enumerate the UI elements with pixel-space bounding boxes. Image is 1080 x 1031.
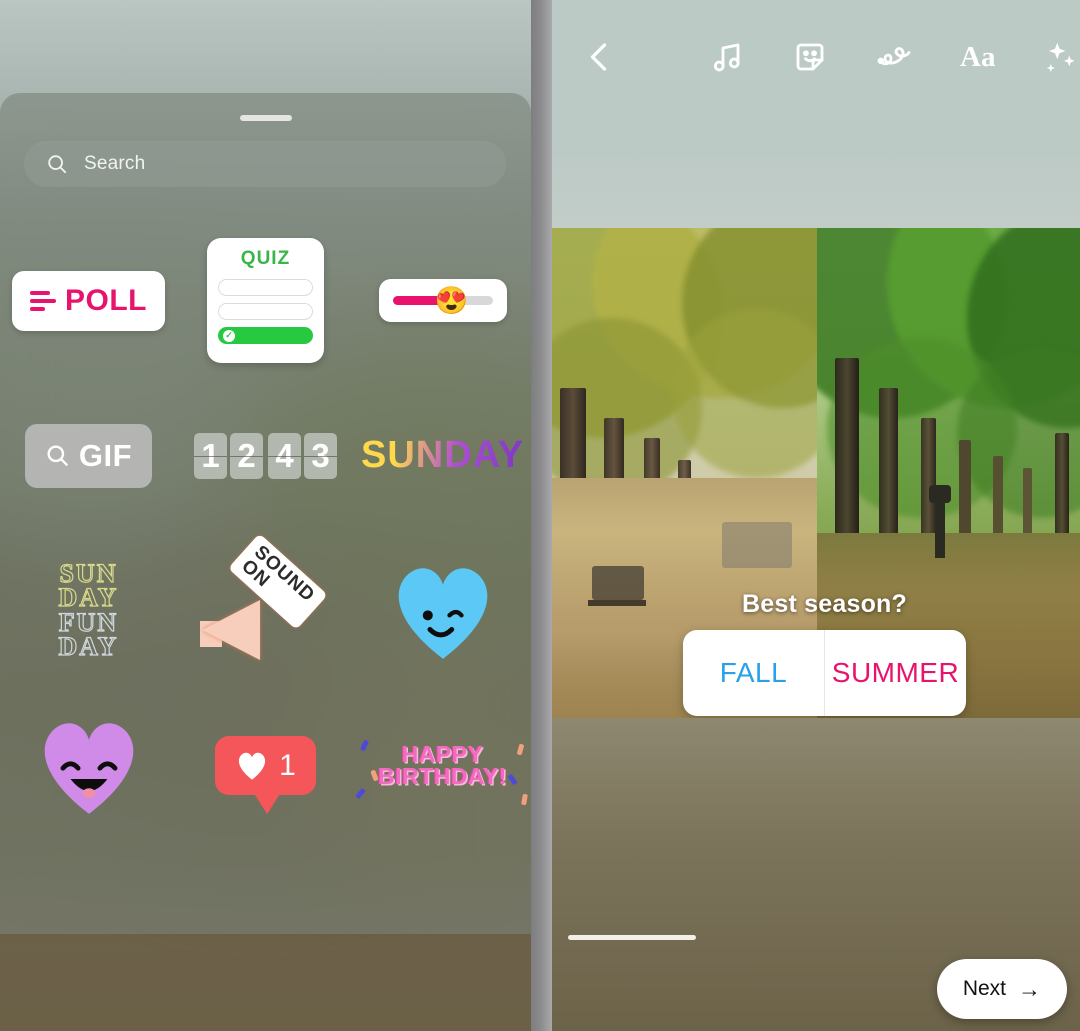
digit: 3	[304, 432, 337, 479]
poll-sticker-overlay[interactable]: Best season? FALL SUMMER	[683, 590, 966, 716]
quiz-sticker-card[interactable]: QUIZ ✓	[207, 238, 324, 363]
sticker-poll[interactable]: POLL	[0, 223, 177, 378]
sticker-countdown[interactable]: 1 2 4 3	[177, 378, 354, 533]
smiling-heart-icon[interactable]	[34, 716, 144, 816]
search-input[interactable]: Search	[24, 141, 506, 187]
story-progress-bar[interactable]	[568, 935, 696, 940]
poll-question: Best season?	[742, 590, 907, 618]
quiz-option-row	[218, 279, 313, 296]
left-phone-screen: Search POLL QUIZ ✓ 😍 GIF 1 2 4 3 SUNDAY …	[0, 0, 531, 1031]
poll-option-fall[interactable]: FALL	[683, 630, 824, 716]
search-placeholder: Search	[84, 153, 146, 174]
sticker-emoji-slider[interactable]: 😍	[354, 223, 531, 378]
sticker-tray-sheet[interactable]: Search POLL QUIZ ✓ 😍 GIF 1 2 4 3 SUNDAY …	[0, 93, 531, 934]
like-bubble-icon[interactable]: 1	[215, 736, 316, 795]
check-icon: ✓	[223, 329, 235, 342]
sticker-smiley-icon[interactable]	[792, 39, 828, 75]
text-aa-icon[interactable]: Aa	[960, 42, 995, 72]
speaker-cone	[201, 599, 260, 660]
arrow-right-icon: →	[1018, 975, 1041, 1002]
sticker-happy-birthday[interactable]: HAPPY BIRTHDAY!	[354, 688, 531, 843]
sticker-sunday[interactable]: SUNDAY	[354, 378, 531, 533]
gif-search-icon	[47, 444, 68, 466]
search-icon	[48, 155, 67, 174]
sticker-quiz[interactable]: QUIZ ✓	[177, 223, 354, 378]
flip-digits-icon[interactable]: 1 2 4 3	[194, 432, 337, 479]
confetti-text-icon[interactable]: HAPPY BIRTHDAY!	[355, 739, 528, 806]
back-chevron-icon[interactable]	[582, 39, 618, 75]
quiz-label: QUIZ	[240, 248, 291, 269]
digit: 4	[268, 432, 301, 479]
panel-divider	[531, 0, 552, 1031]
story-photo[interactable]: Best season? FALL SUMMER	[552, 228, 1080, 718]
poll-sticker-chip[interactable]: POLL	[12, 270, 165, 331]
poll-option-summer[interactable]: SUMMER	[824, 630, 966, 716]
music-note-icon[interactable]	[708, 39, 744, 75]
hbd-line: BIRTHDAY!	[378, 762, 507, 789]
emoji-slider-chip[interactable]: 😍	[378, 279, 507, 322]
editor-toolbar: Aa	[552, 28, 1080, 86]
sticker-sound-on[interactable]: SOUND ON	[177, 532, 354, 688]
sparkles-icon[interactable]	[1043, 39, 1079, 75]
toolbar-tools: Aa	[708, 39, 1079, 75]
sticker-like-count[interactable]: 1	[177, 688, 354, 843]
quiz-option-row	[218, 303, 313, 320]
gif-sticker-chip[interactable]: GIF	[24, 423, 153, 488]
winking-heart-icon[interactable]	[388, 561, 498, 661]
sticker-gif[interactable]: GIF	[0, 378, 177, 533]
heart-shape	[398, 567, 487, 659]
drag-handle[interactable]	[239, 115, 292, 121]
digit: 2	[230, 432, 263, 479]
sfd-line: DAY	[58, 631, 119, 661]
sticker-blue-heart[interactable]	[354, 533, 531, 688]
poll-options[interactable]: FALL SUMMER	[683, 630, 966, 716]
sunday-word-icon: SUNDAY	[361, 434, 524, 476]
sticker-grid: POLL QUIZ ✓ 😍 GIF 1 2 4 3 SUNDAY SUN DAY…	[0, 223, 531, 843]
sfd-line: DAY	[58, 583, 119, 613]
sticker-sunday-fun-day[interactable]: SUN DAY FUN DAY	[0, 533, 177, 688]
outline-text-icon: SUN DAY FUN DAY	[58, 560, 119, 661]
digit: 1	[194, 432, 227, 479]
squiggle-draw-icon[interactable]	[876, 39, 912, 75]
speaker-icon[interactable]: SOUND ON	[196, 532, 336, 666]
quiz-correct-row: ✓	[218, 327, 313, 344]
poll-label: POLL	[65, 283, 147, 317]
like-count-label: 1	[279, 748, 296, 782]
heart-shape	[44, 722, 133, 814]
gif-label: GIF	[78, 437, 133, 473]
screen-root: Search POLL QUIZ ✓ 😍 GIF 1 2 4 3 SUNDAY …	[0, 0, 1080, 1031]
right-phone-screen: Aa Best season? FALL SUMMER Next →	[552, 0, 1080, 1031]
poll-icon	[30, 290, 56, 311]
next-button-label: Next	[962, 977, 1006, 1000]
next-button[interactable]: Next →	[936, 959, 1067, 1019]
heart-icon	[239, 752, 266, 780]
sticker-purple-heart[interactable]	[0, 688, 177, 843]
heart-eyes-emoji: 😍	[434, 285, 469, 315]
